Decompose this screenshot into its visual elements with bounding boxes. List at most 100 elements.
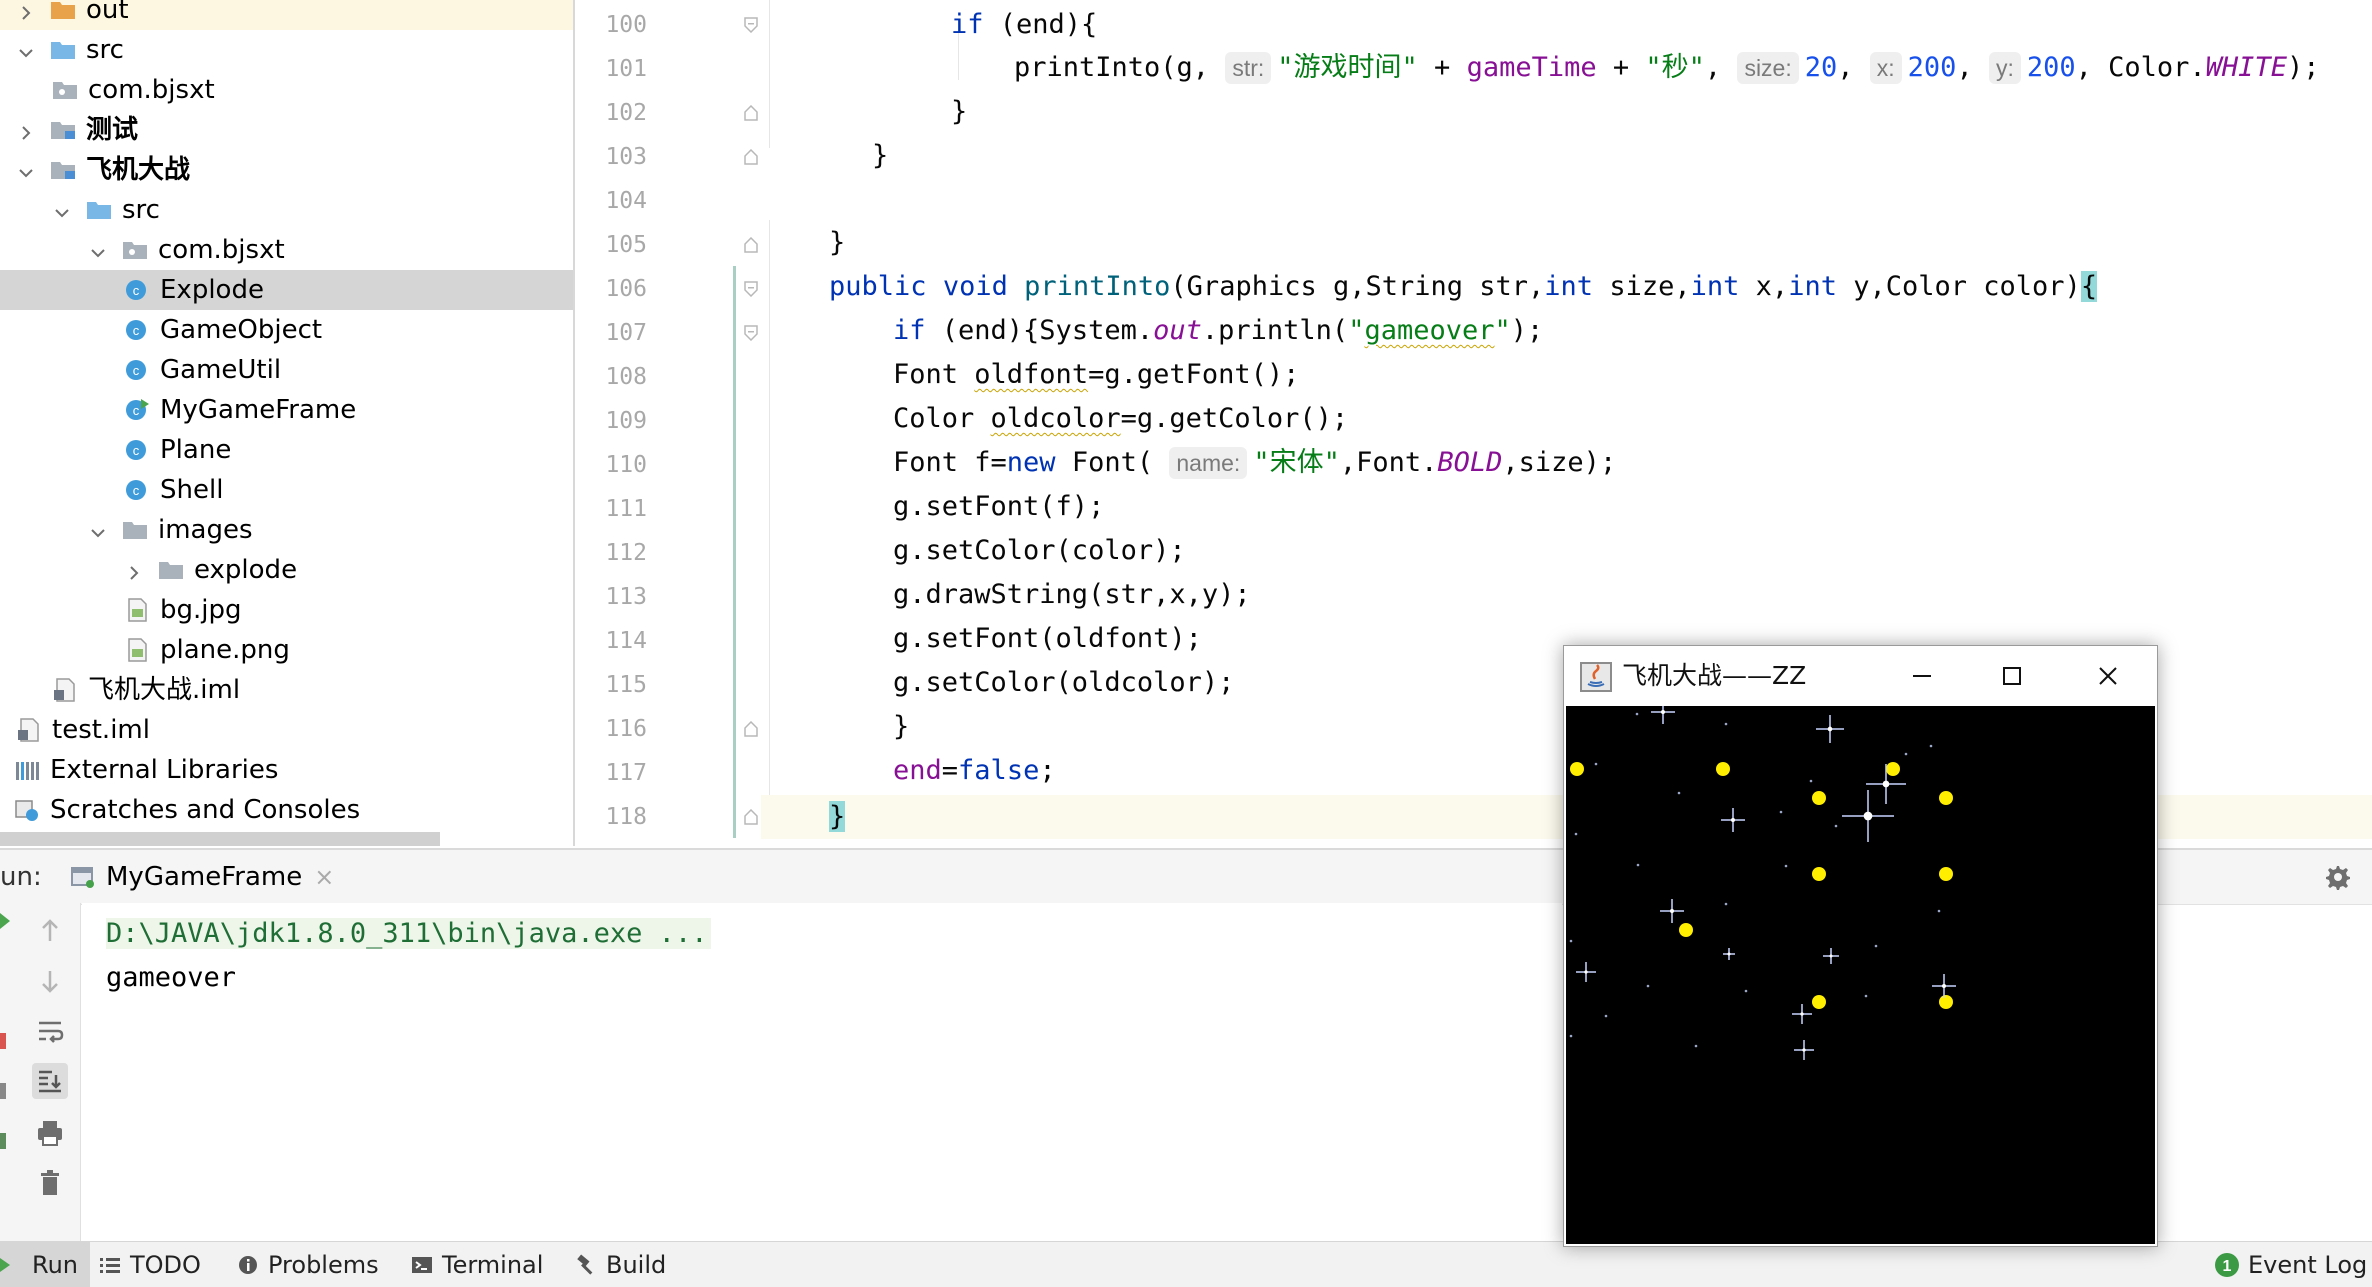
- line-number[interactable]: 106: [575, 267, 647, 311]
- chevron-right-icon[interactable]: [16, 0, 36, 20]
- game-canvas[interactable]: [1566, 706, 2155, 1244]
- image-file-icon: [124, 598, 150, 622]
- maximize-icon[interactable]: [1996, 660, 2028, 692]
- minimize-icon[interactable]: [1906, 660, 1938, 692]
- tree-item[interactable]: 测试: [0, 110, 573, 150]
- soft-wrap-icon[interactable]: [32, 1013, 68, 1049]
- down-arrow-icon[interactable]: [32, 963, 68, 999]
- tree-item-label: out: [86, 0, 129, 25]
- chevron-down-icon[interactable]: [88, 240, 108, 260]
- chevron-down-icon[interactable]: [16, 40, 36, 60]
- print-icon[interactable]: [32, 1115, 68, 1151]
- tree-item[interactable]: com.bjsxt: [0, 70, 573, 110]
- list-icon: [100, 1257, 120, 1273]
- line-number[interactable]: 116: [575, 707, 647, 751]
- star-dot: [1864, 994, 1868, 998]
- tree-item[interactable]: bg.jpg: [0, 590, 573, 630]
- bullet: [1886, 762, 1900, 776]
- java-app-icon: [1580, 662, 1612, 692]
- tree-item[interactable]: images: [0, 510, 573, 550]
- todo-button[interactable]: TODO: [98, 1242, 201, 1287]
- game-window-titlebar[interactable]: 飞机大战——ZZ: [1564, 646, 2157, 706]
- line-number[interactable]: 113: [575, 575, 647, 619]
- code-line-106: public void printInto(Graphics g,String …: [829, 271, 2098, 302]
- game-window[interactable]: 飞机大战——ZZ: [1563, 645, 2158, 1247]
- line-number[interactable]: 111: [575, 487, 647, 531]
- run-tab-mygameframe[interactable]: MyGameFrame ×: [70, 850, 334, 904]
- vcs-change-marker[interactable]: [733, 266, 736, 838]
- package-icon: [122, 238, 148, 262]
- line-number[interactable]: 110: [575, 443, 647, 487]
- line-number[interactable]: 101: [575, 47, 647, 91]
- close-icon[interactable]: [2092, 660, 2124, 692]
- trash-icon[interactable]: [32, 1165, 68, 1201]
- fold-marker-icon[interactable]: [744, 149, 758, 165]
- code-line-100: if (end){: [951, 9, 1098, 40]
- tree-item[interactable]: src: [0, 30, 573, 70]
- line-number[interactable]: 109: [575, 399, 647, 443]
- run-tool-window-button[interactable]: Run: [0, 1242, 91, 1287]
- problems-button[interactable]: Problems: [236, 1242, 379, 1287]
- tree-item[interactable]: c Explode: [0, 270, 573, 310]
- fold-marker-icon[interactable]: [744, 17, 758, 33]
- tree-item[interactable]: Scratches and Consoles: [0, 790, 573, 830]
- fold-marker-icon[interactable]: [744, 809, 758, 825]
- close-tab-icon[interactable]: ×: [314, 863, 334, 891]
- line-number[interactable]: 107: [575, 311, 647, 355]
- line-number[interactable]: 118: [575, 795, 647, 839]
- tree-item[interactable]: test.iml: [0, 710, 573, 750]
- tree-item[interactable]: plane.png: [0, 630, 573, 670]
- line-number[interactable]: 117: [575, 751, 647, 795]
- line-number[interactable]: 115: [575, 663, 647, 707]
- folder-icon: [158, 558, 184, 582]
- tree-item-label: Shell: [160, 475, 224, 505]
- tree-item[interactable]: out: [0, 0, 573, 30]
- tree-item[interactable]: External Libraries: [0, 750, 573, 790]
- folder-icon: [122, 518, 148, 542]
- tree-item[interactable]: 飞机大战: [0, 150, 573, 190]
- tree-horizontal-scrollbar[interactable]: [0, 832, 440, 846]
- svg-text:c: c: [133, 363, 140, 378]
- tree-item[interactable]: explode: [0, 550, 573, 590]
- chevron-down-icon[interactable]: [52, 200, 72, 220]
- fold-marker-icon[interactable]: [744, 281, 758, 297]
- tree-item[interactable]: c Plane: [0, 430, 573, 470]
- fold-marker-icon[interactable]: [744, 105, 758, 121]
- fold-marker-icon[interactable]: [744, 237, 758, 253]
- scroll-to-end-icon[interactable]: [32, 1063, 68, 1099]
- tree-item[interactable]: src: [0, 190, 573, 230]
- tree-item[interactable]: c GameObject: [0, 310, 573, 350]
- chevron-right-icon[interactable]: [124, 560, 144, 580]
- event-log-button[interactable]: 1 Event Log: [2214, 1242, 2367, 1287]
- tree-item[interactable]: c GameUtil: [0, 350, 573, 390]
- gear-icon[interactable]: [2322, 862, 2352, 892]
- run-side-strip: [0, 903, 19, 1241]
- line-number[interactable]: 114: [575, 619, 647, 663]
- chevron-down-icon[interactable]: [16, 160, 36, 180]
- run-console[interactable]: D:\JAVA\jdk1.8.0_311\bin\java.exe ... ga…: [82, 903, 1562, 1241]
- svg-text:c: c: [133, 323, 140, 338]
- line-number[interactable]: 104: [575, 179, 647, 223]
- module-icon: [50, 118, 76, 142]
- tree-item[interactable]: com.bjsxt: [0, 230, 573, 270]
- star-dot: [1635, 712, 1639, 716]
- tree-item[interactable]: c Shell: [0, 470, 573, 510]
- line-number[interactable]: 100: [575, 3, 647, 47]
- line-number[interactable]: 102: [575, 91, 647, 135]
- fold-marker-icon[interactable]: [744, 325, 758, 341]
- tree-item-label: bg.jpg: [160, 595, 242, 625]
- terminal-button[interactable]: Terminal: [410, 1242, 543, 1287]
- line-number[interactable]: 108: [575, 355, 647, 399]
- fold-marker-icon[interactable]: [744, 721, 758, 737]
- build-button[interactable]: Build: [574, 1242, 666, 1287]
- up-arrow-icon[interactable]: [32, 913, 68, 949]
- line-number[interactable]: 103: [575, 135, 647, 179]
- tree-item[interactable]: 飞机大战.iml: [0, 670, 573, 710]
- chevron-right-icon[interactable]: [16, 120, 36, 140]
- module-file-icon: [52, 678, 78, 702]
- line-number[interactable]: 112: [575, 531, 647, 575]
- star: [1816, 715, 1844, 743]
- line-number[interactable]: 105: [575, 223, 647, 267]
- tree-item[interactable]: c MyGameFrame: [0, 390, 573, 430]
- chevron-down-icon[interactable]: [88, 520, 108, 540]
